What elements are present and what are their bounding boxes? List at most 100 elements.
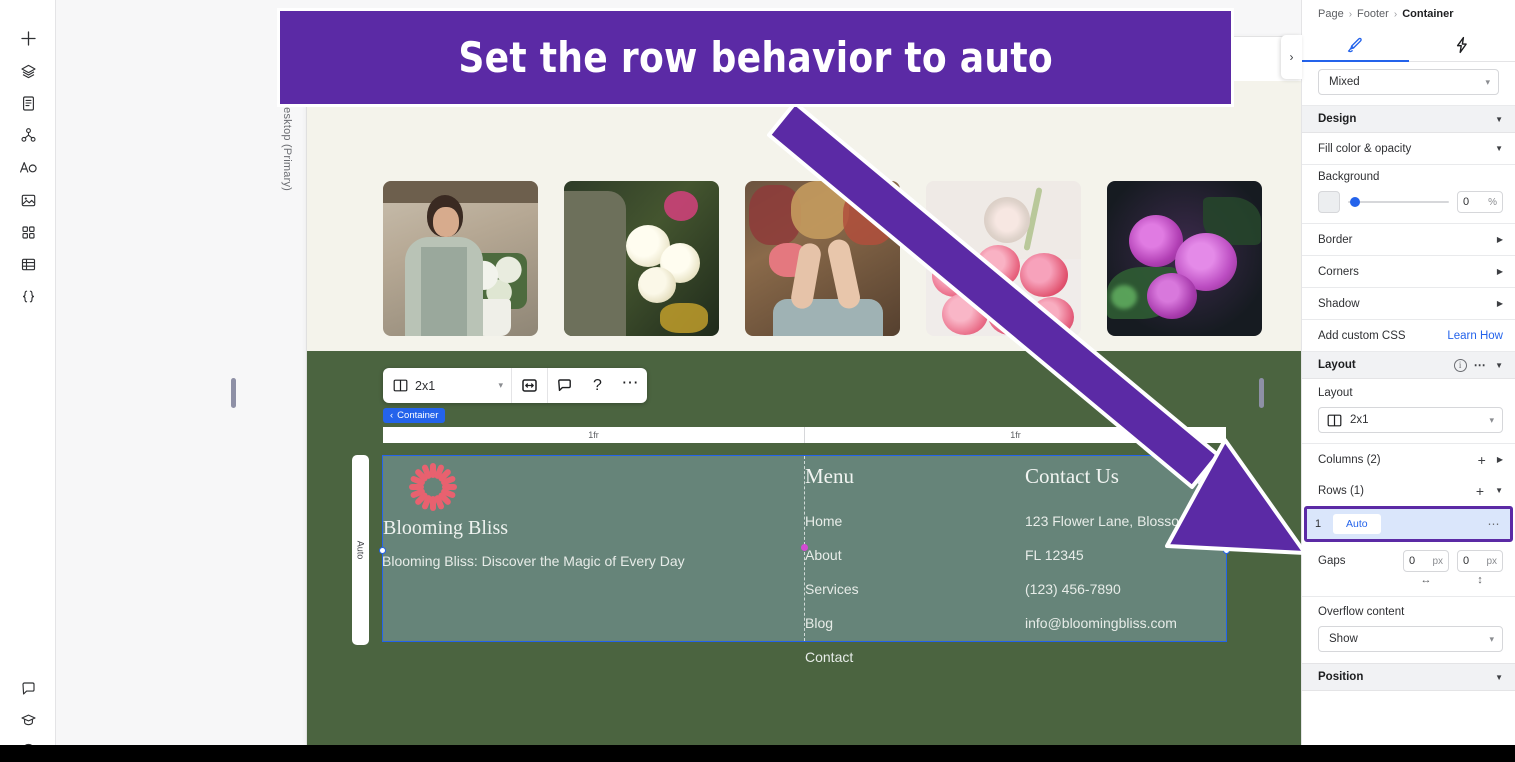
layers-icon[interactable] <box>14 57 42 85</box>
chevron-down-icon: ▼ <box>1495 360 1503 370</box>
gap-horizontal-unit: px <box>1432 555 1443 567</box>
gallery-section[interactable] <box>307 81 1301 351</box>
section-header-layout[interactable]: Layout i ⋯ ▼ <box>1302 352 1515 379</box>
layout-field-label: Layout <box>1318 387 1353 399</box>
tab-design[interactable] <box>1302 28 1409 62</box>
row-index: 1 <box>1315 518 1322 530</box>
row-more-icon[interactable]: ⋯ <box>1488 517 1501 531</box>
layout-select[interactable]: 2x1 ▾ <box>1318 407 1503 433</box>
photo-white-roses[interactable] <box>564 181 719 336</box>
toolbar-comment-button[interactable] <box>548 368 581 403</box>
canvas-area[interactable]: Desktop (Primary) 2x1 ▾ ? ⋯ ‹ Container … <box>56 0 1301 745</box>
tab-interactions[interactable] <box>1409 28 1515 61</box>
chevron-right-icon: ▶ <box>1496 299 1503 308</box>
breadcrumb-footer[interactable]: Footer <box>1357 8 1389 20</box>
chevron-down-icon: ▾ <box>1485 76 1490 87</box>
row-behavior-chip[interactable]: Auto <box>1333 514 1381 534</box>
section-header-design[interactable]: Design ▼ <box>1302 106 1515 133</box>
background-label: Background <box>1318 171 1380 183</box>
gaps-block: Gaps 0 px 0 px ↔ ↕ <box>1302 542 1515 597</box>
canvas-resize-handle-left[interactable] <box>231 378 236 408</box>
photo-florist-woman[interactable] <box>383 181 538 336</box>
chevron-down-icon: ▼ <box>1495 114 1503 124</box>
section-title-layout: Layout <box>1318 359 1356 371</box>
selection-select[interactable]: Mixed ▾ <box>1318 69 1499 95</box>
subsection-title-shadow: Shadow <box>1318 297 1360 310</box>
cms-icon[interactable] <box>14 250 42 278</box>
opacity-slider-knob[interactable] <box>1350 197 1360 207</box>
add-row-button[interactable]: + <box>1476 483 1484 499</box>
grid-row-ruler[interactable]: Auto <box>352 455 369 645</box>
footer-menu-link[interactable]: Contact <box>804 649 1014 665</box>
gap-vertical-input[interactable]: 0 px <box>1457 550 1503 572</box>
grid-column-rulers[interactable]: 1fr 1fr <box>383 427 1226 443</box>
gap-horizontal-input[interactable]: 0 px <box>1403 550 1449 572</box>
photo-dried-flowers[interactable] <box>745 181 900 336</box>
subsection-fill[interactable]: Fill color & opacity ▼ <box>1302 133 1515 165</box>
breadcrumb-page[interactable]: Page <box>1318 8 1344 20</box>
media-icon[interactable] <box>14 186 42 214</box>
apps-icon[interactable] <box>14 218 42 246</box>
brush-icon <box>1348 37 1362 52</box>
layout-2x1-icon <box>393 379 408 392</box>
comments-icon[interactable] <box>14 674 42 702</box>
photo-pink-roses[interactable] <box>926 181 1081 336</box>
help-icon[interactable] <box>14 736 42 745</box>
lightning-icon <box>1456 36 1467 53</box>
columns-row[interactable]: Columns (2) + ▶ <box>1302 444 1515 475</box>
container-toolbar[interactable]: 2x1 ▾ ? ⋯ <box>383 368 647 403</box>
subsection-custom-css: Add custom CSS Learn How <box>1302 320 1515 352</box>
background-field: Background 0 % <box>1302 165 1515 224</box>
subsection-corners[interactable]: Corners ▶ <box>1302 256 1515 288</box>
toolbar-more-button[interactable]: ⋯ <box>614 368 647 403</box>
learn-icon[interactable] <box>14 706 42 734</box>
text-styles-icon[interactable] <box>14 153 42 181</box>
help-glyph: ? <box>593 376 602 394</box>
site-structure-icon[interactable] <box>14 121 42 149</box>
footer-menu-link[interactable]: Home <box>804 513 1014 529</box>
column-ruler-1[interactable]: 1fr <box>383 427 805 443</box>
photo-purple-roses[interactable] <box>1107 181 1262 336</box>
toolbar-help-button[interactable]: ? <box>581 368 614 403</box>
footer-menu-link[interactable]: About <box>804 547 1014 563</box>
info-icon[interactable]: i <box>1453 358 1467 372</box>
layout-more-icon[interactable]: ⋯ <box>1474 358 1487 372</box>
footer-menu-link[interactable]: Services <box>804 581 1014 597</box>
dev-mode-icon[interactable] <box>14 282 42 310</box>
collapse-panel-button[interactable]: › <box>1281 35 1302 79</box>
footer-menu-heading: Menu <box>805 464 854 488</box>
column-ruler-2[interactable]: 1fr <box>805 427 1226 443</box>
chevron-down-icon[interactable]: ▼ <box>1495 486 1503 495</box>
selection-value: Mixed <box>1329 76 1360 88</box>
add-column-button[interactable]: + <box>1478 452 1486 468</box>
learn-how-link[interactable]: Learn How <box>1447 330 1503 342</box>
subsection-border[interactable]: Border ▶ <box>1302 224 1515 256</box>
rows-row[interactable]: Rows (1) + ▼ <box>1302 475 1515 506</box>
footer-contact-column: Contact Us 123 Flower Lane, Blossom City… <box>1024 456 1239 631</box>
subsection-shadow[interactable]: Shadow ▶ <box>1302 288 1515 320</box>
section-header-position[interactable]: Position ▼ <box>1302 664 1515 691</box>
background-color-swatch[interactable] <box>1318 191 1340 213</box>
subsection-title-border: Border <box>1318 233 1353 246</box>
selected-footer-container[interactable]: Blooming Bliss Blooming Bliss: Discover … <box>379 455 1230 665</box>
opacity-slider[interactable] <box>1348 195 1449 209</box>
chevron-down-icon: ▼ <box>1495 144 1503 153</box>
layout-2x1-icon <box>1327 414 1342 426</box>
subsection-title-corners: Corners <box>1318 265 1359 278</box>
breadcrumb-badge-container[interactable]: ‹ Container <box>383 408 446 423</box>
chevron-right-icon[interactable]: ▶ <box>1497 455 1503 464</box>
pages-icon[interactable] <box>14 89 42 117</box>
layout-select-value: 2x1 <box>1350 414 1369 426</box>
row-entry-1[interactable]: 1 Auto ⋯ <box>1307 509 1510 539</box>
overflow-block: Overflow content Show ▾ <box>1302 597 1515 664</box>
canvas-resize-handle-right[interactable] <box>1259 378 1264 408</box>
toolbar-resize-button[interactable] <box>512 368 548 403</box>
opacity-input[interactable]: 0 % <box>1457 191 1503 213</box>
add-icon[interactable] <box>14 24 42 52</box>
toolbar-layout-select[interactable]: 2x1 ▾ <box>383 368 512 403</box>
footer-menu-link[interactable]: Blog <box>804 615 1014 631</box>
bottom-letterbox <box>0 745 1515 762</box>
chevron-down-icon: ▼ <box>1495 672 1503 682</box>
footer-contact-heading: Contact Us <box>1025 464 1119 488</box>
overflow-select[interactable]: Show ▾ <box>1318 626 1503 652</box>
